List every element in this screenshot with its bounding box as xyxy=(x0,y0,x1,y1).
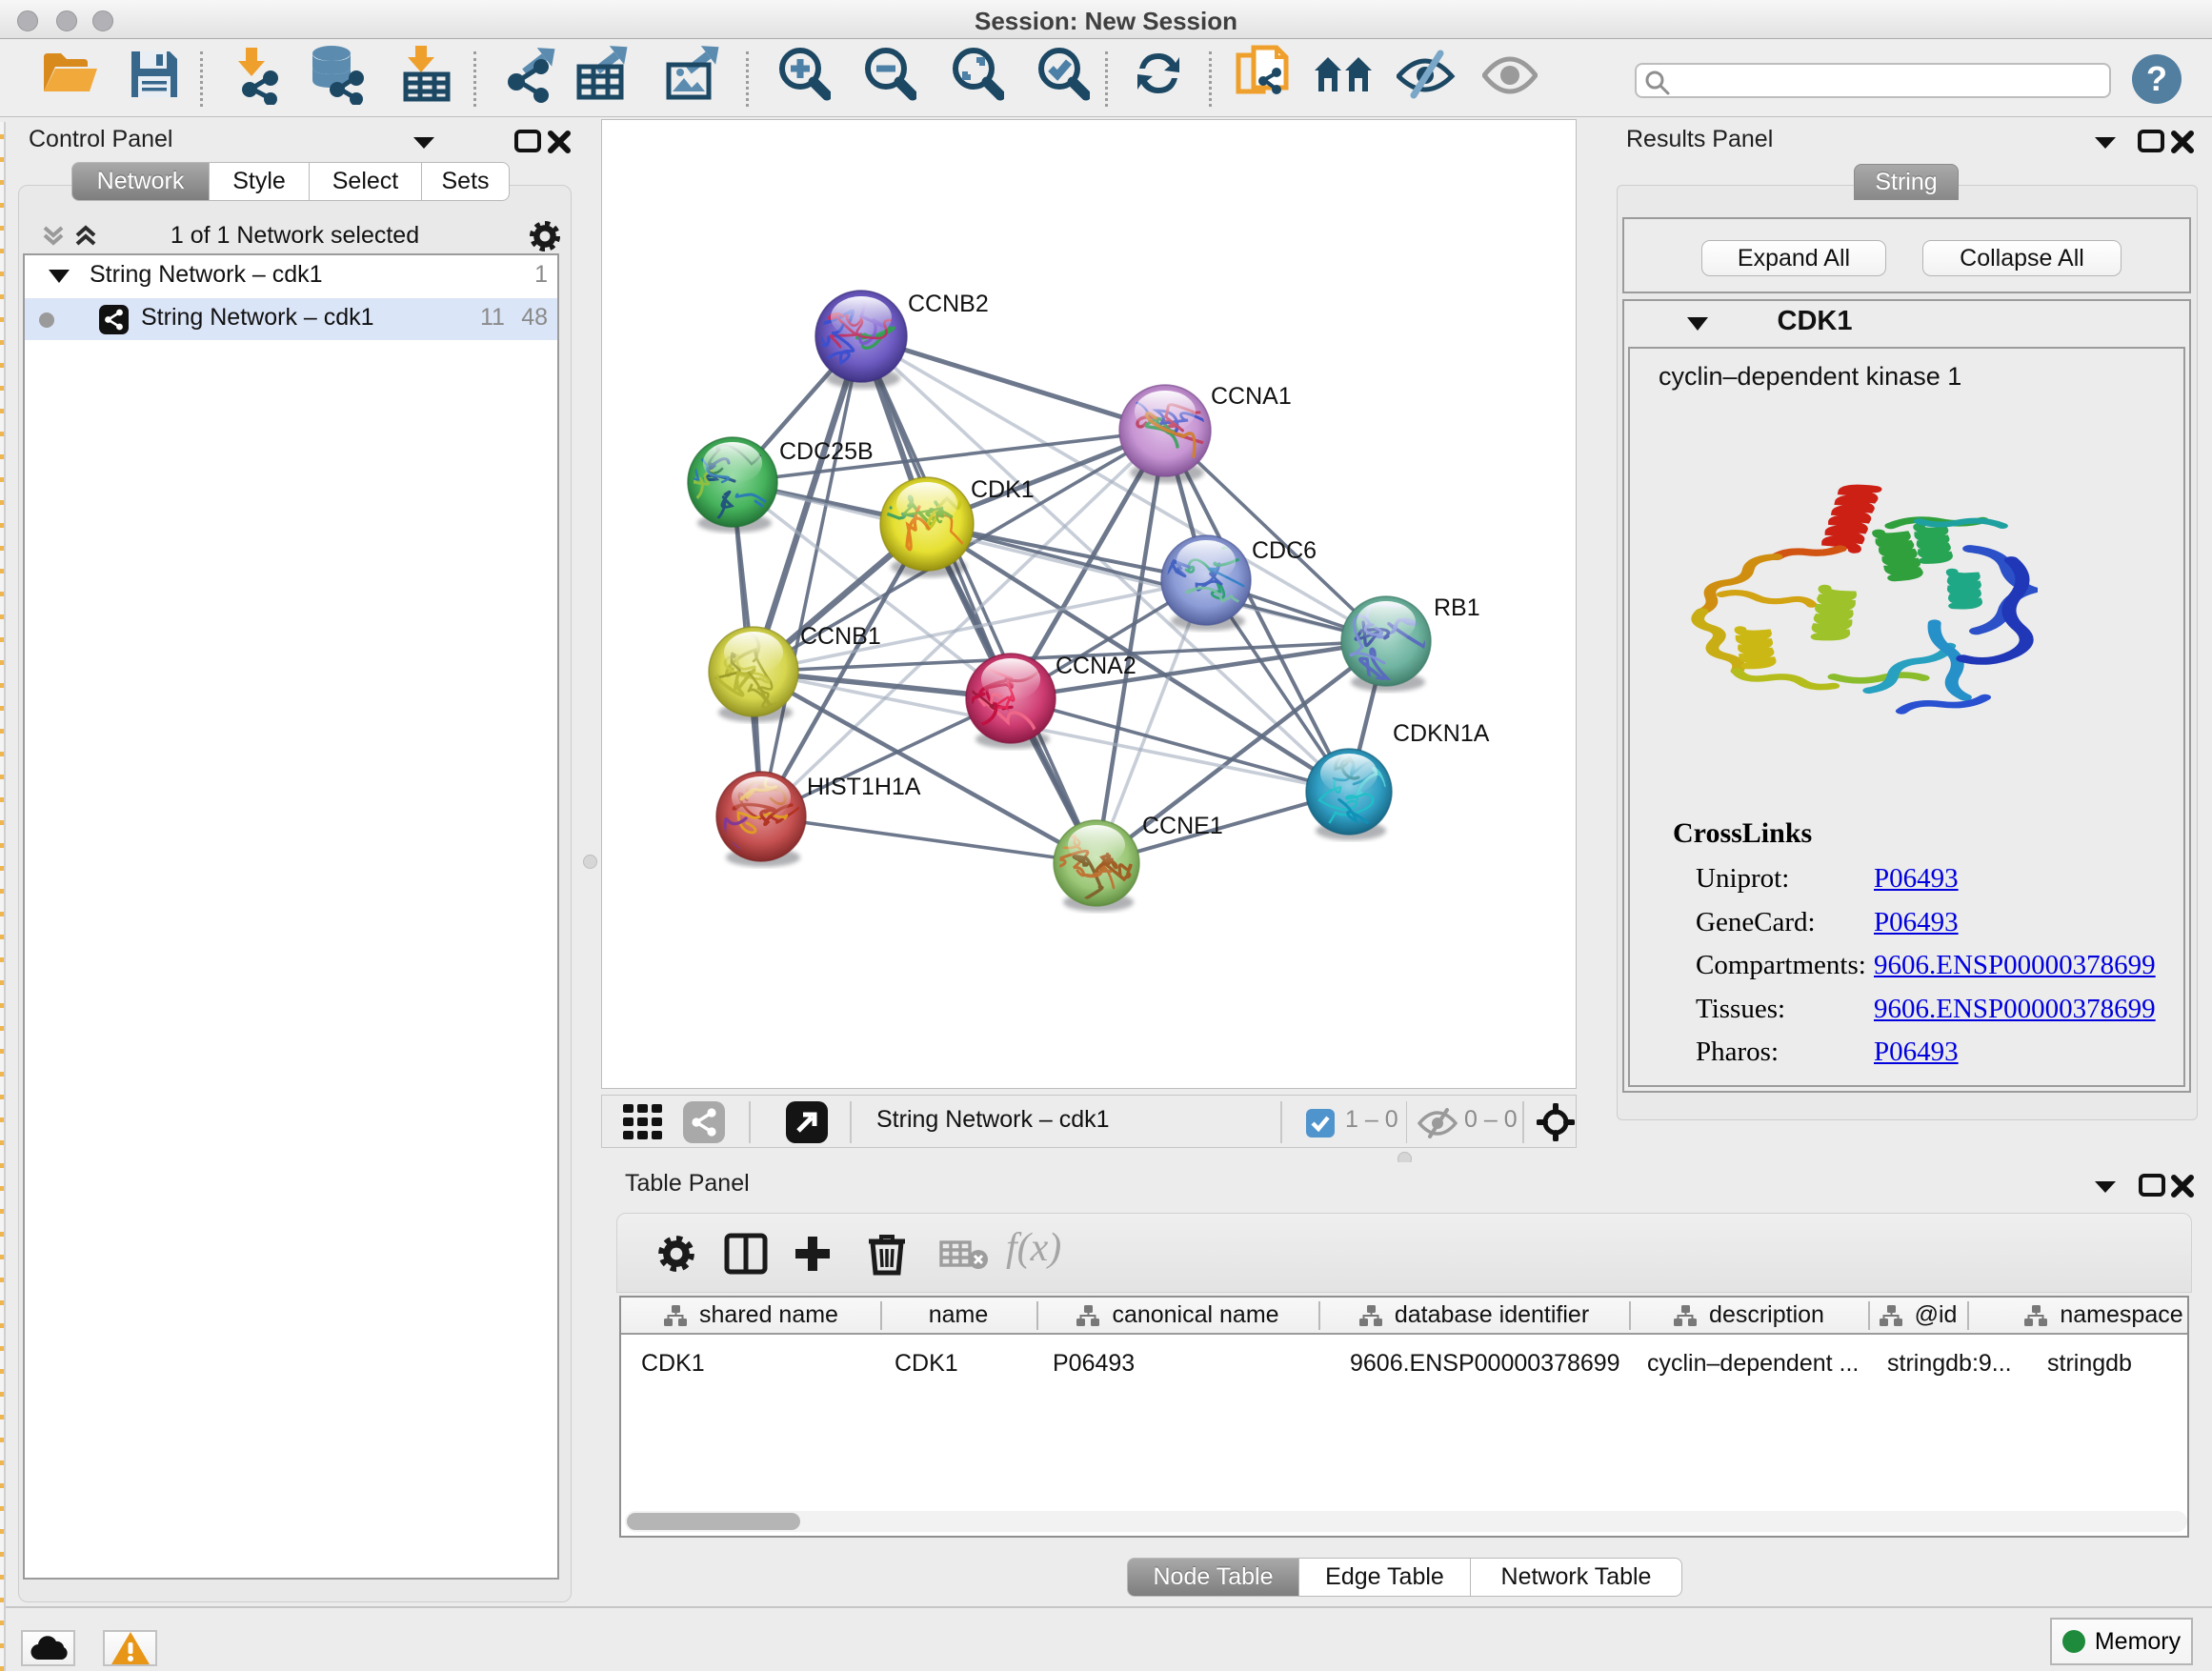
svg-text:CCNA1: CCNA1 xyxy=(1211,383,1292,410)
svg-text:CDC25B: CDC25B xyxy=(779,438,874,465)
svg-text:CDKN1A: CDKN1A xyxy=(1393,720,1490,747)
svg-text:CDK1: CDK1 xyxy=(971,476,1035,503)
svg-text:CDC6: CDC6 xyxy=(1252,537,1317,564)
svg-text:RB1: RB1 xyxy=(1434,594,1480,621)
svg-text:CCNA2: CCNA2 xyxy=(1056,653,1136,679)
svg-text:HIST1H1A: HIST1H1A xyxy=(807,774,921,800)
svg-text:CCNB1: CCNB1 xyxy=(800,623,881,650)
svg-text:CCNB2: CCNB2 xyxy=(908,291,989,317)
svg-text:CCNE1: CCNE1 xyxy=(1142,813,1223,839)
svg-text:?: ? xyxy=(2146,59,2167,98)
